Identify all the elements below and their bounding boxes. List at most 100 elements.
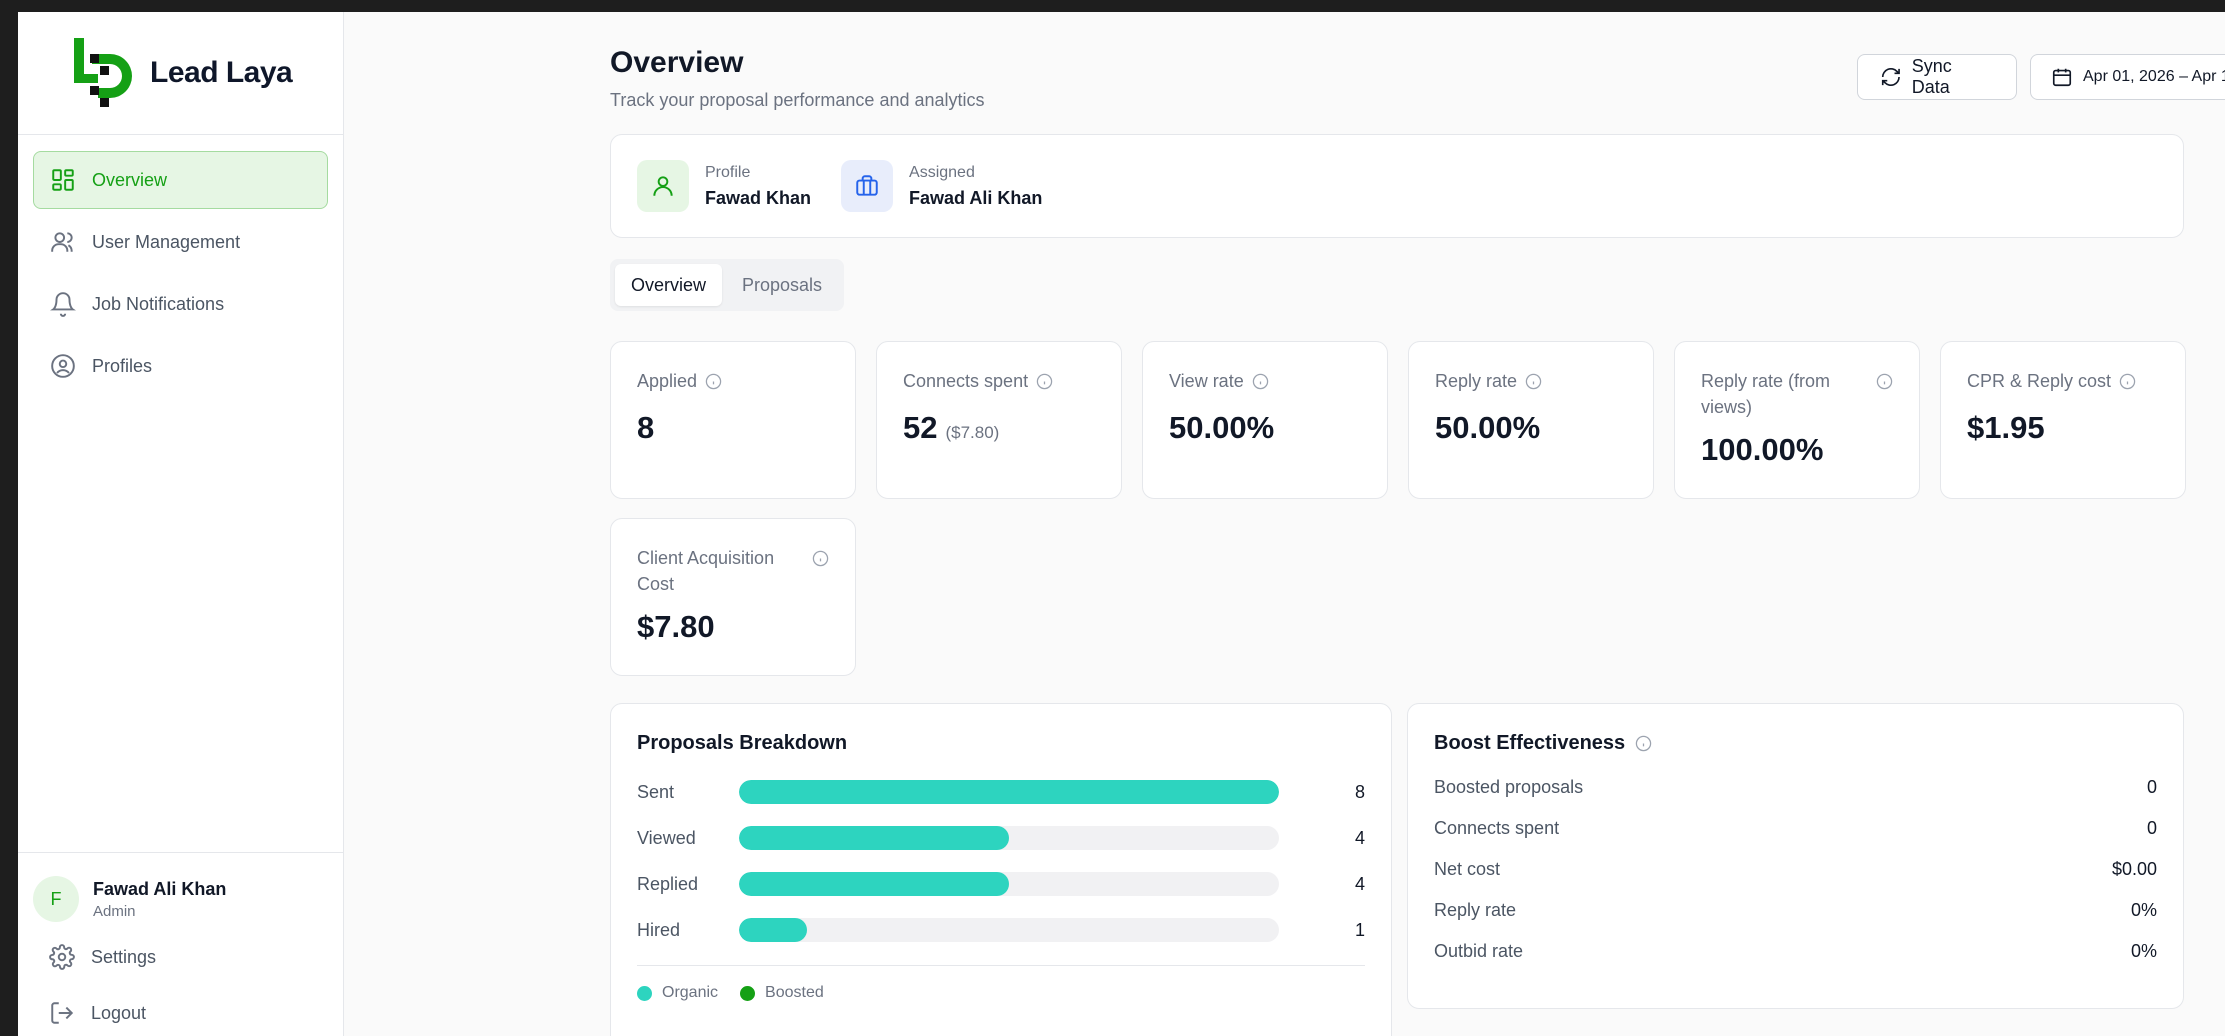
assigned-selector[interactable]: Assigned Fawad Ali Khan [841, 160, 1042, 212]
stat-value: 50.00% [1169, 410, 1275, 445]
stat-label: CPR & Reply cost [1967, 371, 2112, 391]
boost-row: Boosted proposals 0 [1434, 767, 2157, 808]
info-icon[interactable] [812, 550, 829, 567]
stat-card-connects-spent: Connects spent 52 ($7.80) [876, 341, 1122, 499]
stat-subvalue: ($7.80) [945, 423, 1000, 442]
bar-track [739, 872, 1279, 896]
brand-logo-icon [74, 38, 132, 107]
boost-row: Connects spent 0 [1434, 808, 2157, 849]
info-icon[interactable] [1252, 373, 1269, 390]
dashboard-icon [52, 169, 74, 191]
bar-fill [739, 872, 1009, 896]
sidebar-item-user-management[interactable]: User Management [33, 213, 328, 271]
assigned-value: Fawad Ali Khan [909, 187, 1043, 208]
info-icon[interactable] [1036, 373, 1053, 390]
users-icon [51, 232, 73, 252]
logout-icon [51, 1002, 74, 1024]
stat-card-reply-rate-from-views: Reply rate (from views) 100.00% [1674, 341, 1920, 499]
tab-proposals[interactable]: Proposals [726, 264, 838, 306]
legend-dot [740, 985, 756, 1001]
bell-icon [50, 292, 76, 317]
page-title: Overview [610, 46, 744, 79]
breakdown-title-text: Proposals Breakdown [637, 732, 848, 754]
bar-value: 4 [1354, 873, 1365, 894]
sidebar-item-job-notifications[interactable]: Job Notifications [33, 275, 328, 333]
stat-value: 50.00% [1435, 410, 1541, 445]
stat-card-applied: Applied 8 [610, 341, 856, 499]
tab-overview[interactable]: Overview [615, 264, 723, 306]
legend-label: Organic [662, 984, 719, 1001]
settings-link[interactable]: Settings [33, 929, 328, 985]
boost-row-label: Reply rate [1434, 900, 1517, 920]
bar-value: 4 [1354, 827, 1365, 848]
settings-label: Settings [91, 946, 157, 967]
bar-label: Sent [637, 781, 675, 802]
breakdown-row-sent: Sent 8 [637, 769, 1365, 815]
assigned-label: Assigned [909, 163, 975, 181]
sidebar: Lead Laya Overview User Management Job N… [18, 12, 344, 1036]
profile-card: Profile Fawad Khan Assigned Fawad Ali Kh… [610, 134, 2184, 238]
breakdown-row-viewed: Viewed 4 [637, 815, 1365, 861]
stat-value: $1.95 [1967, 410, 2045, 445]
proposals-breakdown-panel: Proposals Breakdown Sent 8 Viewed 4 Replied 4… [610, 703, 1392, 1036]
user-icon [653, 176, 673, 196]
profile-label: Profile [705, 163, 751, 181]
bar-value: 8 [1354, 781, 1365, 802]
profile-icon-box [637, 160, 689, 212]
sync-data-button[interactable]: Sync Data [1857, 54, 2017, 100]
boost-row-value: 0% [2130, 941, 2157, 961]
stat-value: $7.80 [637, 609, 715, 644]
assigned-icon-box [841, 160, 894, 212]
boost-row-value: $0.00 [2111, 859, 2157, 879]
boost-row-value: 0 [2146, 777, 2157, 797]
legend-label: Boosted [765, 984, 824, 1001]
boost-row-label: Connects spent [1434, 818, 1560, 838]
sidebar-item-overview[interactable]: Overview [33, 151, 328, 209]
stat-label: Reply rate [1435, 371, 1518, 391]
stat-label: Connects spent [903, 371, 1029, 391]
profile-value: Fawad Khan [705, 187, 812, 208]
breakdown-title: Proposals Breakdown [637, 732, 1365, 755]
boost-metrics: Boosted proposals 0 Connects spent 0 Net c… [1434, 767, 2157, 972]
refresh-icon [1881, 67, 1900, 87]
info-icon[interactable] [1876, 373, 1893, 390]
user-circle-icon [51, 354, 75, 378]
logout-link[interactable]: Logout [33, 985, 328, 1036]
boost-row-value: 0 [2146, 818, 2157, 838]
stat-card-reply-rate: Reply rate 50.00% [1408, 341, 1654, 499]
brand[interactable]: Lead Laya [18, 12, 343, 135]
stat-label: View rate [1169, 371, 1244, 391]
briefcase-icon [856, 175, 878, 196]
profile-selector[interactable]: Profile Fawad Khan [637, 160, 811, 212]
stat-value: 52 [903, 410, 938, 445]
bar-label: Replied [637, 873, 699, 894]
boost-effectiveness-panel: Boost Effectiveness Boosted proposals 0 C… [1407, 703, 2184, 1009]
bar-value: 1 [1354, 919, 1365, 940]
logout-label: Logout [91, 1002, 147, 1023]
info-icon[interactable] [2119, 373, 2136, 390]
date-range-label: Apr 01, 2026 – Apr 13, 2026 [2083, 68, 2225, 85]
boost-row-value: 0% [2130, 900, 2157, 920]
info-icon[interactable] [705, 373, 722, 390]
sidebar-footer: F Fawad Ali Khan Admin Settings Logout [18, 852, 343, 1036]
boost-row-label: Outbid rate [1434, 941, 1524, 961]
app-window: Lead Laya Overview User Management Job N… [18, 12, 2225, 1036]
legend-boosted: Boosted [740, 984, 824, 1002]
breakdown-legend: Organic Boosted [637, 984, 1365, 1002]
user-name: Fawad Ali Khan [93, 878, 227, 899]
boost-title: Boost Effectiveness [1434, 732, 2157, 755]
bar-track [739, 780, 1279, 804]
breakdown-row-hired: Hired 1 [637, 907, 1365, 953]
info-icon[interactable] [1525, 373, 1542, 390]
avatar: F [33, 876, 79, 922]
boost-title-text: Boost Effectiveness [1434, 732, 1626, 754]
sidebar-item-profiles[interactable]: Profiles [33, 337, 328, 395]
bar-label: Viewed [637, 827, 696, 848]
info-icon[interactable] [1635, 735, 1652, 752]
page-subtitle: Track your proposal performance and anal… [610, 90, 985, 110]
date-range-picker[interactable]: Apr 01, 2026 – Apr 13, 2026 [2030, 54, 2225, 100]
sidebar-item-label: Overview [92, 169, 168, 190]
user-profile[interactable]: F Fawad Ali Khan Admin [33, 869, 328, 929]
main-content: Overview Track your proposal performance… [344, 12, 2225, 1036]
bar-fill [739, 826, 1009, 850]
